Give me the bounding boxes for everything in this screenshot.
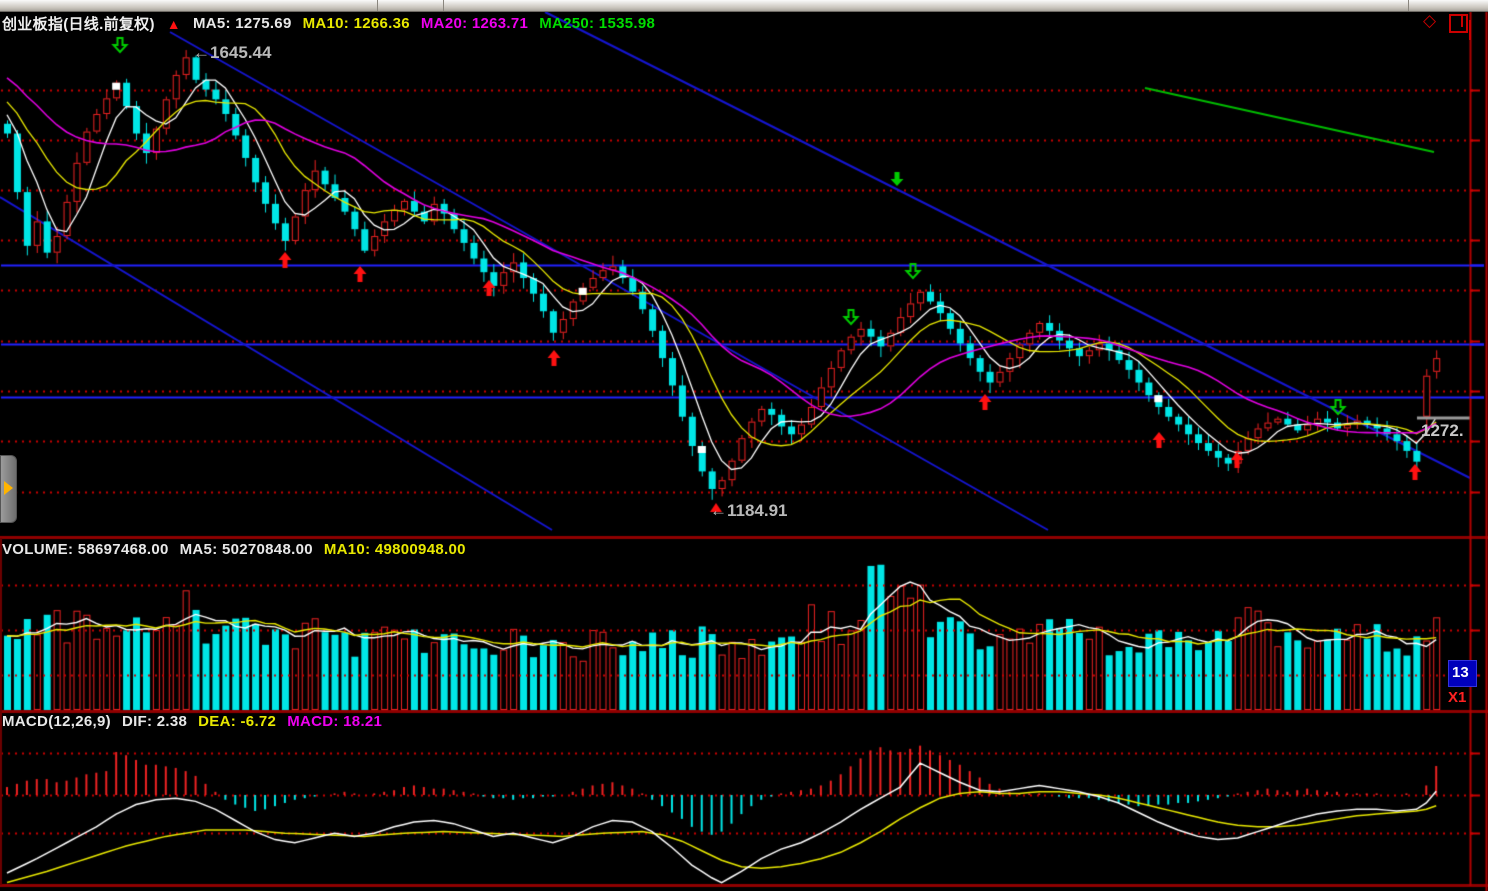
peak-price-value: 1645.44 <box>210 43 271 62</box>
expand-right-icon <box>4 481 13 495</box>
arrow-left-icon: ← <box>710 501 727 520</box>
macd-params-label: MACD(12,26,9) <box>2 713 111 730</box>
trading-app-window: 创业板指(日线.前复权) ▲ MA5: 1275.69 MA10: 1266.3… <box>0 0 1488 891</box>
sidebar-expand-handle[interactable] <box>0 455 17 523</box>
dif-value: DIF: 2.38 <box>122 713 187 730</box>
window-panel-icon[interactable] <box>1449 14 1468 33</box>
volume-ma10-value: MA10: 49800948.00 <box>324 541 466 558</box>
symbol-period-label: 创业板指(日线.前复权) <box>2 13 155 34</box>
volume-panel-header: VOLUME: 58697468.00 MA5: 50270848.00 MA1… <box>2 541 466 558</box>
arrow-left-icon: ← <box>193 43 210 62</box>
toolbar-bottom-strip <box>0 0 1488 12</box>
macd-panel-header: MACD(12,26,9) DIF: 2.38 DEA: -6.72 MACD:… <box>2 713 382 730</box>
toolbar-separator <box>443 0 444 11</box>
window-panel-icon-divider <box>1461 16 1463 27</box>
toolbar-separator <box>377 0 378 11</box>
volume-scale-multiplier: X1 <box>1448 689 1466 706</box>
macd-value: MACD: 18.21 <box>287 713 382 730</box>
right-scale-badge: 13 <box>1448 660 1477 687</box>
ma10-value: MA10: 1266.36 <box>303 15 410 32</box>
diamond-icon[interactable]: ◇ <box>1423 12 1436 30</box>
dea-value: DEA: -6.72 <box>198 713 276 730</box>
up-arrow-icon: ▲ <box>167 16 181 32</box>
peak-price-annotation: ←1645.44 <box>193 43 271 63</box>
chart-canvas[interactable] <box>0 0 1488 891</box>
main-chart-header: 创业板指(日线.前复权) ▲ MA5: 1275.69 MA10: 1266.3… <box>2 13 655 34</box>
last-price-label: 1272. <box>1421 421 1464 441</box>
trough-price-value: 1184.91 <box>727 501 788 520</box>
ma5-value: MA5: 1275.69 <box>193 15 292 32</box>
ma20-value: MA20: 1263.71 <box>421 15 528 32</box>
trough-price-annotation: ←1184.91 <box>710 501 788 521</box>
volume-value: VOLUME: 58697468.00 <box>2 541 169 558</box>
toolbar-separator <box>1408 0 1409 11</box>
ma250-value: MA250: 1535.98 <box>539 15 655 32</box>
window-icon-stem <box>1469 20 1471 40</box>
volume-ma5-value: MA5: 50270848.00 <box>180 541 313 558</box>
